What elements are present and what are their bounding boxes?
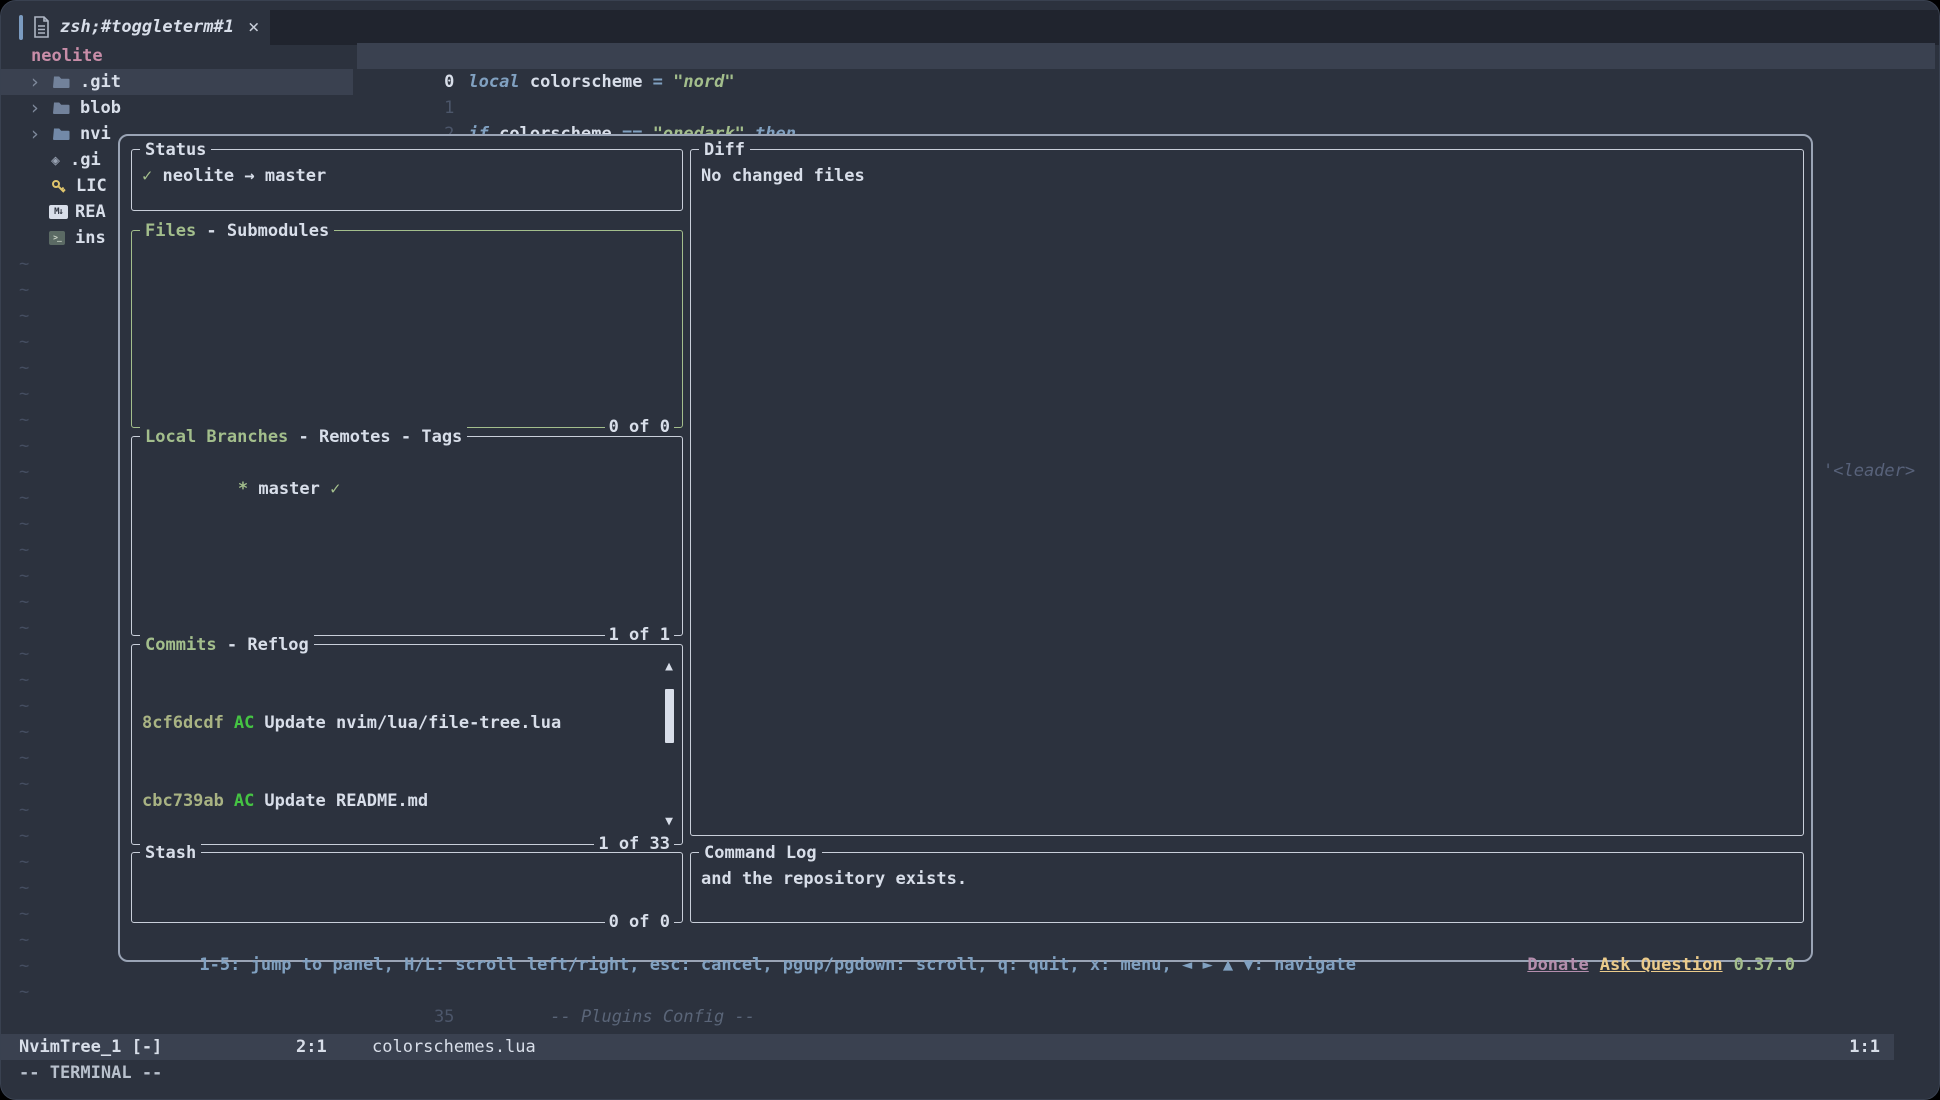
statusline-buffer-name: NvimTree_1 [-]: [19, 1034, 162, 1060]
statusline-tree-position: 2:1: [296, 1034, 327, 1060]
stash-panel[interactable]: Stash 0 of 0: [131, 852, 683, 923]
markdown-icon: M↓: [49, 205, 68, 219]
code-line: 1: [357, 69, 468, 95]
key-icon: [51, 179, 66, 194]
code-line: 36 diagnostics = {: [357, 1004, 704, 1030]
repo-branch-text: neolite → master: [163, 166, 327, 186]
code-overflow-text: '<leader>: [1823, 458, 1915, 484]
terminal-tab[interactable]: zsh;#toggleterm#1 ×: [19, 9, 259, 45]
status-panel[interactable]: Status ✓ neolite → master: [131, 149, 683, 211]
current-branch-star: *: [238, 479, 248, 499]
code-line: 0local colorscheme = "nord": [357, 43, 735, 69]
ask-question-link[interactable]: Ask Question: [1600, 955, 1723, 975]
folder-icon: [53, 101, 70, 115]
tab-title: zsh;#toggleterm#1: [60, 14, 234, 40]
command-log-panel[interactable]: Command Log and the repository exists.: [690, 852, 1804, 923]
check-icon: ✓: [142, 166, 152, 186]
scroll-up-icon[interactable]: ▲: [660, 659, 678, 675]
statusline-cursor-position: 1:1: [1849, 1034, 1880, 1060]
commit-row[interactable]: cbc739abACUpdate README.md: [142, 788, 670, 814]
chevron-right-icon[interactable]: ›: [1, 121, 45, 147]
command-log-text: and the repository exists.: [701, 869, 967, 889]
tilde-column: ~~~~~~~~~~~~~~~~~~~~~~~~~~~~~: [19, 251, 49, 1005]
tree-item-git-folder[interactable]: › .git: [1, 69, 353, 95]
branches-panel[interactable]: Local Branches - Remotes - Tags 1 of 1 *…: [131, 436, 683, 636]
diff-text: No changed files: [701, 166, 865, 186]
keybinding-hints: 1-5: jump to panel, H/L: scroll left/rig…: [199, 955, 1356, 975]
diff-panel[interactable]: Diff No changed files: [690, 149, 1804, 836]
donate-link[interactable]: Donate: [1527, 955, 1588, 975]
commit-row[interactable]: 8cf6dcdfACUpdate nvim/lua/file-tree.lua: [142, 710, 670, 736]
commits-panel[interactable]: Commits - Reflog 1 of 33 8cf6dcdfACUpdat…: [131, 644, 683, 845]
scrollbar-thumb[interactable]: [665, 689, 674, 743]
keybindings-bar: 1-5: jump to panel, H/L: scroll left/rig…: [138, 926, 1795, 952]
tree-root-label: neolite: [1, 43, 103, 69]
files-panel[interactable]: Files - Submodules 0 of 0: [131, 230, 683, 428]
check-icon: ✓: [330, 479, 340, 499]
branch-name: master: [258, 479, 319, 499]
terminal-script-icon: >_: [49, 231, 65, 245]
chevron-right-icon[interactable]: ›: [1, 69, 45, 95]
tree-item-blob-folder[interactable]: › blob: [1, 95, 353, 121]
folder-icon: [53, 75, 70, 89]
file-icon: [33, 16, 50, 38]
tabline: zsh;#toggleterm#1 ×: [1, 9, 1939, 45]
tab-indicator: [19, 15, 23, 40]
mode-indicator: -- TERMINAL --: [19, 1060, 162, 1086]
chevron-right-icon[interactable]: ›: [1, 95, 45, 121]
code-line: 2if colorscheme == "onedark" then: [357, 95, 796, 121]
commits-scrollbar[interactable]: ▲ ▼: [660, 657, 678, 832]
scroll-down-icon[interactable]: ▼: [660, 814, 678, 830]
statusline-file-name: colorschemes.lua: [372, 1034, 536, 1060]
code-line: 35 -- Plugins Config --: [357, 978, 755, 1004]
tab-close-button[interactable]: ×: [244, 14, 259, 40]
git-file-icon: ◈: [51, 147, 60, 173]
statusline: NvimTree_1 [-] 2:1 colorschemes.lua 1:1: [1, 1034, 1894, 1060]
folder-icon: [53, 127, 70, 141]
lazygit-window: Status ✓ neolite → master Files - Submod…: [118, 134, 1813, 962]
terminal-window: zsh;#toggleterm#1 × neolite › .git › blo…: [0, 0, 1940, 1100]
tabline-filler: [270, 10, 1939, 45]
lazygit-version: 0.37.0: [1734, 955, 1795, 975]
